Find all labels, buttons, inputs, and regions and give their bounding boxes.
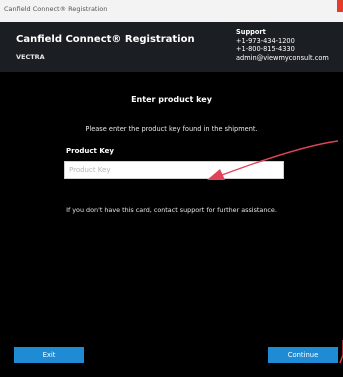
- exit-button[interactable]: Exit: [14, 347, 84, 363]
- support-email: admin@viewmyconsult.com: [236, 53, 329, 62]
- help-text: If you don't have this card, contact sup…: [66, 206, 277, 214]
- app-header: Canfield Connect® Registration VECTRA Su…: [0, 22, 343, 72]
- continue-button[interactable]: Continue: [268, 347, 338, 363]
- registration-window: Canfield Connect® Registration Canfield …: [0, 0, 343, 377]
- instruction-text: Please enter the product key found in th…: [85, 125, 258, 133]
- support-phone-2: +1-800-815-4330: [236, 45, 295, 54]
- support-heading: Support: [236, 28, 266, 36]
- window-title: Canfield Connect® Registration: [4, 5, 108, 13]
- product-key-label: Product Key: [66, 147, 114, 155]
- product-name: VECTRA: [16, 53, 45, 61]
- product-key-input[interactable]: [64, 161, 284, 179]
- close-icon[interactable]: [337, 0, 343, 12]
- support-phone-1: +1-973-434-1200: [236, 36, 295, 45]
- title-bar: Canfield Connect® Registration: [0, 0, 343, 23]
- page-heading: Enter product key: [131, 95, 212, 104]
- support-info: Support +1-973-434-1200 +1-800-815-4330 …: [236, 28, 329, 62]
- app-title: Canfield Connect® Registration: [16, 34, 195, 45]
- main-panel: Enter product key Please enter the produ…: [0, 72, 343, 377]
